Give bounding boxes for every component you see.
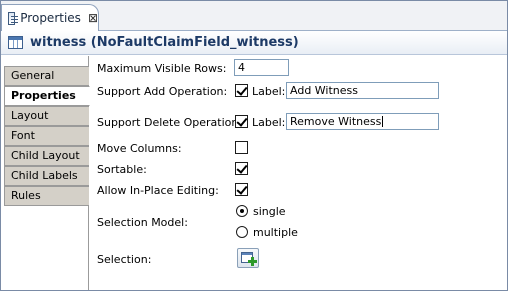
properties-header: witness (NoFaultClaimField_witness)	[1, 31, 507, 55]
add-label-caption: Label:	[252, 85, 286, 98]
delete-operation-checkbox[interactable]	[235, 115, 248, 128]
selection-multiple-label: multiple	[253, 226, 298, 239]
selection-model-label: Selection Model:	[97, 216, 188, 229]
inplace-editing-checkbox[interactable]	[235, 183, 248, 196]
sidebar-item-label: Rules	[11, 189, 41, 202]
sidebar-item-child-labels[interactable]: Child Labels	[4, 166, 89, 186]
max-rows-label: Maximum Visible Rows:	[97, 62, 227, 75]
selection-single-radio[interactable]	[236, 205, 248, 217]
delete-label-caption: Label:	[252, 116, 286, 129]
sidebar-item-layout[interactable]: Layout	[4, 106, 89, 126]
delete-label-value: Remove Witness	[290, 115, 382, 128]
close-icon[interactable]: ⊠	[88, 12, 98, 24]
text-cursor	[382, 116, 384, 127]
sidebar-item-label: Child Layout	[11, 149, 80, 162]
properties-icon	[8, 11, 19, 25]
sidebar-item-font[interactable]: Font	[4, 126, 89, 146]
sortable-checkbox[interactable]	[235, 162, 248, 175]
add-operation-checkbox[interactable]	[235, 84, 248, 97]
move-columns-label: Move Columns:	[97, 142, 182, 155]
delete-label-input[interactable]: Remove Witness	[286, 113, 439, 130]
sidebar-item-label: Font	[11, 129, 35, 142]
add-selection-button[interactable]	[237, 248, 259, 268]
selection-single-label: single	[253, 205, 286, 218]
sidebar-item-properties[interactable]: Properties	[4, 86, 90, 106]
sidebar-item-label: Layout	[11, 109, 49, 122]
properties-tab[interactable]: Properties ⊠	[1, 4, 99, 31]
table-icon	[8, 36, 23, 49]
selection-multiple-radio[interactable]	[236, 226, 248, 238]
add-operation-label: Support Add Operation:	[97, 85, 228, 98]
sortable-label: Sortable:	[97, 163, 147, 176]
move-columns-checkbox[interactable]	[235, 141, 248, 154]
sidebar-item-label: Child Labels	[11, 169, 78, 182]
add-label-input[interactable]: Add Witness	[286, 82, 439, 99]
sidebar-item-label: General	[11, 69, 55, 82]
plus-icon	[248, 257, 257, 266]
tab-title: Properties	[20, 11, 81, 25]
sidebar-item-rules[interactable]: Rules	[4, 186, 89, 206]
delete-operation-label: Support Delete Operation:	[97, 116, 243, 129]
max-rows-input[interactable]: 4	[234, 59, 289, 76]
page-title: witness (NoFaultClaimField_witness)	[30, 35, 299, 50]
sidebar-item-child-layout[interactable]: Child Layout	[4, 146, 89, 166]
sidebar-item-general[interactable]: General	[4, 66, 89, 86]
sidebar-item-label: Properties	[11, 89, 76, 102]
properties-view: Properties ⊠ witness (NoFaultClaimField_…	[0, 0, 508, 291]
properties-form: Maximum Visible Rows: 4 Support Add Oper…	[90, 56, 507, 290]
selection-label: Selection:	[97, 253, 152, 266]
properties-sidebar: General Properties Layout Font Child Lay…	[1, 56, 90, 290]
inplace-editing-label: Allow In-Place Editing:	[97, 184, 219, 197]
view-tab-strip: Properties ⊠	[1, 1, 507, 31]
